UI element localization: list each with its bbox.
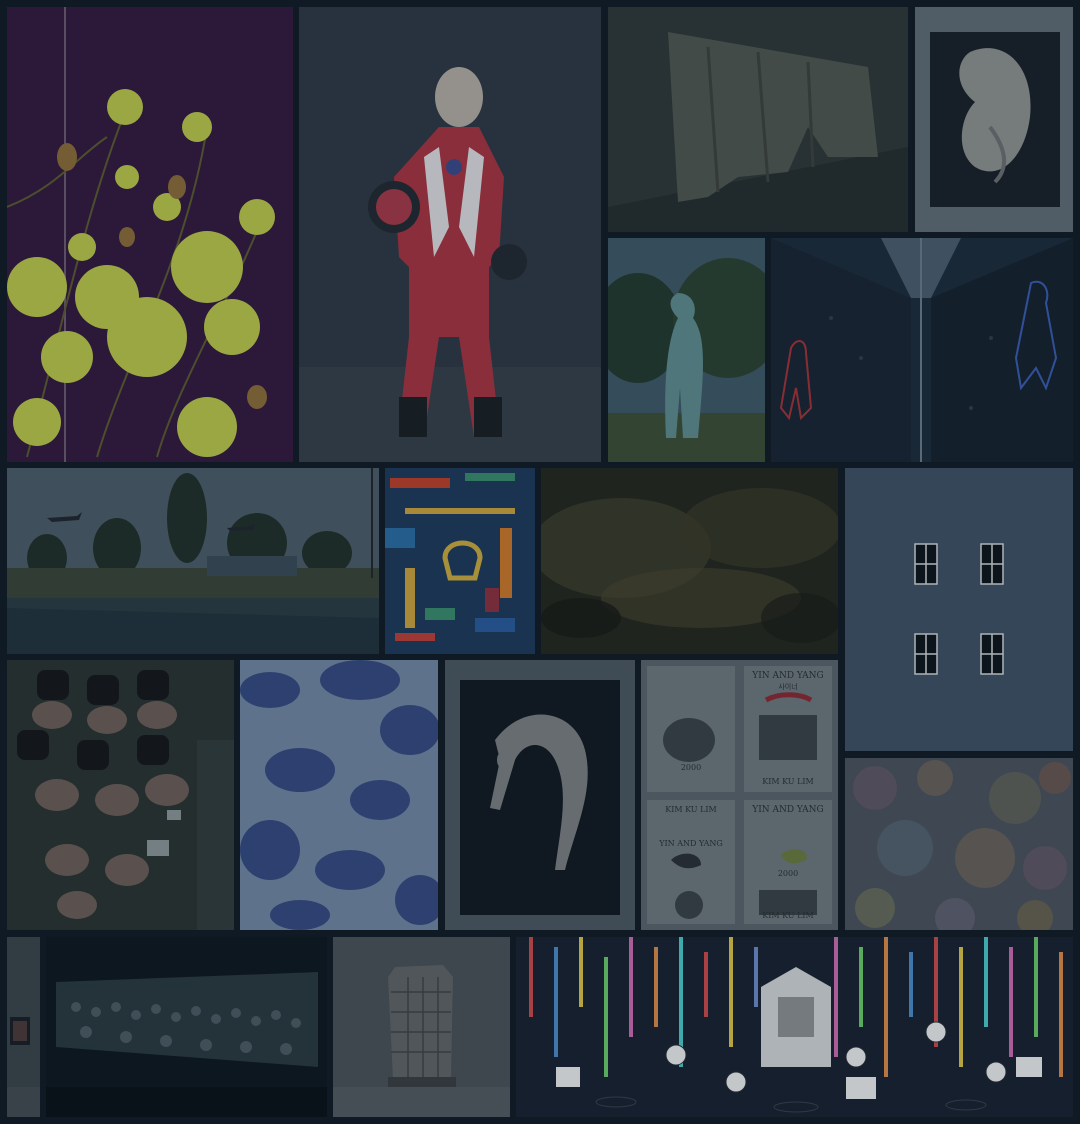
poster-subtitle: 사이너 [778,683,798,691]
artwork-image-facade [845,468,1073,751]
artwork-tile-facade[interactable] [845,468,1073,751]
artwork-tile-racer[interactable] [299,7,601,462]
poster-title: YIN AND YANG [752,671,824,681]
artwork-image-abstract [385,468,535,654]
artwork-tile-abstract[interactable] [385,468,535,654]
artwork-tile-crowd[interactable] [46,937,327,1117]
artwork-image-bokeh [845,758,1073,930]
artwork-tile-gallery-room[interactable] [7,937,40,1117]
artwork-tile-posters[interactable]: YIN AND YANG 사이너 2000 KIM KU LIM KIM KU … [641,660,838,930]
poster-title-2: YIN AND YANG [752,805,824,815]
artwork-tile-veil[interactable] [608,7,908,232]
poster-year: 2000 [680,763,702,772]
artwork-image-overhead [7,660,234,930]
poster-artist-3: KIM KU LIM [762,911,814,920]
poster-artist-2: KIM KU LIM [665,805,717,814]
poster-title-3: YIN AND YANG [659,839,723,848]
artwork-image-tower [333,937,510,1117]
artwork-image-contortion [445,660,635,930]
artwork-image-park [608,238,765,462]
artwork-image-gallery-room [7,937,40,1117]
artwork-image-pixel-rain [516,937,1073,1117]
artwork-tile-tower[interactable] [333,937,510,1117]
artwork-image-flowers [7,7,293,462]
artwork-tile-blue-clouds[interactable] [240,660,438,930]
artwork-image-crowd [46,937,327,1117]
artwork-image-blue-clouds [240,660,438,930]
artwork-image-dark-wash [541,468,838,654]
artwork-mosaic: YIN AND YANG 사이너 2000 KIM KU LIM KIM KU … [0,0,1080,1124]
artwork-image-veil [608,7,908,232]
artwork-image-landscape [7,468,379,654]
artwork-tile-contortion[interactable] [445,660,635,930]
artwork-tile-park[interactable] [608,238,765,462]
poster-artist: KIM KU LIM [762,777,814,786]
artwork-tile-bokeh[interactable] [845,758,1073,930]
artwork-tile-landscape[interactable] [7,468,379,654]
artwork-image-tunnel [771,238,1073,462]
artwork-tile-overhead[interactable] [7,660,234,930]
artwork-tile-flowers[interactable] [7,7,293,462]
poster-year-2: 2000 [777,869,799,878]
artwork-tile-dark-wash[interactable] [541,468,838,654]
artwork-image-racer [299,7,601,462]
artwork-image-posters [641,660,838,930]
artwork-tile-pixel-rain[interactable] [516,937,1073,1117]
artwork-image-crouch [915,7,1073,232]
artwork-tile-crouch[interactable] [915,7,1073,232]
artwork-tile-tunnel[interactable] [771,238,1073,462]
